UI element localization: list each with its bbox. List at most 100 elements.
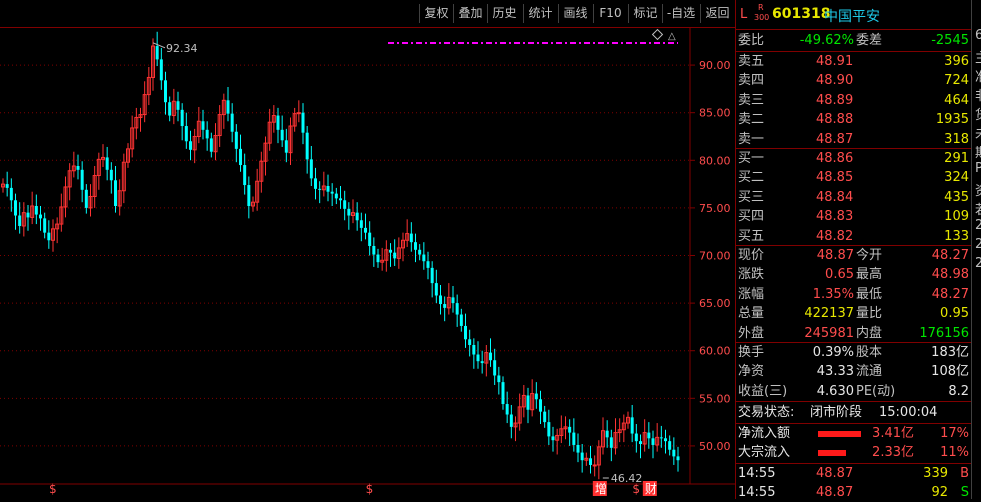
candle-body (276, 115, 280, 130)
candle-body (605, 430, 609, 438)
candle-body (389, 249, 392, 253)
candle-body (201, 121, 205, 130)
order-level-label: 买三 (738, 189, 765, 205)
event-marker[interactable]: $ (366, 482, 374, 496)
candle-body (634, 433, 638, 442)
order-price: 48.82 (816, 228, 854, 244)
stat-label: 总量 (738, 306, 765, 322)
weibi-row: 委比 -49.62% 委差 -2545 (736, 31, 972, 50)
tick-row: 14:55 48.87 92 S (736, 483, 972, 502)
fuquan-button[interactable]: 复权 (419, 4, 453, 23)
stat-value: 422137 (804, 306, 854, 322)
statistics-button[interactable]: 统计 (523, 4, 557, 23)
stat-value: 48.27 (931, 286, 969, 302)
stat-row: 外盘 245981 内盘 176156 (736, 324, 972, 343)
order-price: 48.86 (816, 151, 854, 166)
event-markers: $ $ 增 $ 财 (49, 481, 657, 496)
tick-price: 48.87 (816, 485, 854, 500)
finance-label: 收益(三) (738, 383, 788, 399)
triangle-up-icon[interactable]: △ (668, 31, 676, 42)
weibi-value: -49.62% (799, 33, 854, 48)
f10-button[interactable]: F10 (593, 4, 627, 23)
capital-flow-row: 大宗流入 2.33亿 11% (736, 443, 972, 462)
candle-body (34, 205, 38, 215)
candle-body (305, 132, 309, 160)
order-volume: 435 (944, 189, 969, 205)
finance-value: 4.630 (816, 383, 854, 399)
draw-line-button[interactable]: 画线 (558, 4, 592, 23)
trade-status-row: 交易状态: 闭市阶段 15:00:04 (736, 403, 972, 422)
stock-name: 中国平安 (824, 9, 880, 25)
stat-label: 最低 (856, 286, 883, 302)
candle-body (359, 220, 363, 228)
y-tick-label: 60.00 (699, 345, 731, 358)
candle-body (239, 148, 242, 166)
candle-body (234, 131, 238, 149)
candle-body (164, 80, 167, 103)
candle-body (26, 212, 30, 218)
candle-body (630, 417, 634, 434)
y-tick-label: 80.00 (699, 154, 731, 167)
stock-code: 601318 (772, 6, 831, 22)
candle-body (414, 242, 417, 250)
order-price: 48.88 (816, 112, 854, 128)
price-axis: 50.00 55.00 60.00 65.00 70.00 75.00 80.00 85.00… (690, 59, 731, 453)
event-marker[interactable]: $ (49, 482, 57, 496)
order-level-label: 买二 (738, 170, 765, 186)
candle-body (672, 449, 676, 457)
event-marker[interactable]: 增 (595, 482, 607, 496)
candle-body (243, 165, 247, 186)
tick-time: 14:55 (738, 466, 776, 481)
candle-body (664, 438, 667, 442)
edge-glyph: 准 (975, 66, 981, 85)
candle-body (80, 169, 84, 190)
order-price: 48.90 (816, 73, 854, 89)
candle-body (609, 437, 613, 448)
diamond-icon[interactable] (651, 28, 664, 41)
candle-body (476, 354, 480, 362)
candle-body (547, 422, 551, 437)
back-button[interactable]: 返回 (700, 4, 734, 23)
stat-label: 量比 (856, 306, 883, 322)
candle-body (47, 232, 51, 241)
sell-order-row: 卖三 48.89 464 (736, 91, 972, 110)
overlay-button[interactable]: 叠加 (453, 4, 487, 23)
candle-body (326, 185, 330, 192)
history-button[interactable]: 历史 (487, 4, 521, 23)
candle-body (589, 458, 592, 465)
stat-value: 0.65 (825, 267, 854, 283)
add-watchlist-button[interactable]: -自选 (662, 4, 699, 23)
candle-body (364, 227, 367, 233)
stat-value: 48.98 (931, 267, 969, 283)
stock-header: L R 300 601318 中国平安 (736, 0, 972, 30)
order-price: 48.87 (816, 131, 854, 147)
flow-bar (818, 431, 861, 437)
trade-status-value: 闭市阶段 (810, 405, 863, 420)
candle-body (184, 126, 188, 142)
stat-label: 内盘 (856, 325, 883, 341)
finance-label: 净资 (738, 364, 765, 380)
event-marker[interactable]: 财 (645, 482, 657, 496)
sell-order-row: 卖五 48.91 396 (736, 52, 972, 71)
candle-body (105, 157, 109, 170)
flow-percent: 17% (940, 426, 969, 441)
tick-row: 14:55 48.87 339 B (736, 464, 972, 483)
order-volume: 724 (944, 73, 969, 89)
order-volume: 291 (944, 151, 969, 166)
mark-button[interactable]: 标记 (628, 4, 662, 23)
finance-row: 收益(三) 4.630 PE(动) 8.2 (736, 382, 972, 401)
candlestick-chart[interactable]: 50.00 55.00 60.00 65.00 70.00 75.00 80.00 85.00… (0, 27, 735, 499)
edge-glyph: 期 (975, 142, 981, 161)
candle-body (39, 214, 42, 219)
candle-body (592, 464, 597, 467)
stat-value: 245981 (804, 325, 854, 341)
finance-value: 0.39% (812, 345, 854, 360)
event-marker[interactable]: $ (632, 482, 640, 496)
candle-body (114, 180, 117, 206)
tick-time: 14:55 (738, 485, 776, 500)
candle-body (451, 297, 455, 304)
candle-body (639, 441, 642, 445)
order-volume: 1935 (935, 112, 969, 128)
buy-order-row: 买五 48.82 133 (736, 227, 972, 246)
candle-body (376, 254, 380, 263)
